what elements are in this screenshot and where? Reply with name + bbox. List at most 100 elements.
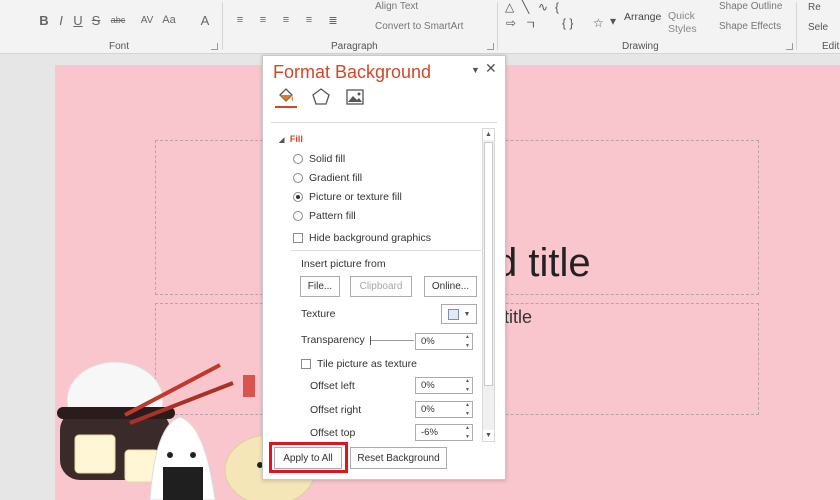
bold-button[interactable]: B	[37, 10, 51, 30]
convert-smartart-button[interactable]: Convert to SmartArt	[375, 21, 463, 32]
tile-picture-label: Tile picture as texture	[317, 358, 417, 370]
file-button[interactable]: File...	[300, 276, 340, 297]
fill-section-label: Fill	[289, 134, 303, 144]
ribbon-separator	[222, 2, 223, 50]
picture-fill-radio[interactable]	[293, 192, 303, 202]
texture-picker[interactable]: ▼	[441, 304, 477, 324]
change-case-button[interactable]: Aa	[160, 10, 178, 30]
picture-fill-option[interactable]: Picture or texture fill	[293, 191, 402, 203]
transparency-label: Transparency	[301, 334, 365, 346]
spinner-arrows-icon[interactable]: ▲ ▼	[463, 425, 472, 440]
slide-title-text[interactable]: d title	[495, 241, 591, 286]
insert-picture-from-label: Insert picture from	[301, 258, 386, 270]
clipboard-button[interactable]: Clipboard	[350, 276, 412, 297]
format-background-pane: Format Background ▼ ✕ ◢ Fill Solid fill	[262, 55, 506, 480]
star-shape-icon[interactable]: ☆	[593, 16, 604, 30]
drawing-dialog-launcher-icon[interactable]	[786, 43, 793, 50]
align-left-icon[interactable]: ≡	[233, 10, 247, 30]
font-group-label: Font	[109, 41, 130, 52]
tile-picture-checkbox[interactable]	[301, 359, 311, 369]
offset-right-spinner[interactable]: 0% ▲ ▼	[415, 401, 473, 418]
tofu-cube	[74, 434, 116, 474]
justify-icon[interactable]: ≡	[302, 10, 316, 30]
offset-right-value: 0%	[421, 404, 435, 415]
onigiri-eye	[167, 452, 173, 458]
pattern-fill-label: Pattern fill	[309, 210, 356, 222]
ribbon-separator	[497, 2, 498, 50]
text-shadow-button[interactable]: abc	[108, 10, 128, 30]
scroll-thumb[interactable]	[484, 142, 493, 386]
columns-icon[interactable]: ≣	[326, 10, 340, 30]
font-color-button[interactable]: A	[198, 10, 212, 30]
pane-divider	[271, 122, 497, 123]
texture-label: Texture	[301, 308, 336, 320]
align-text-button[interactable]: Align Text	[375, 1, 418, 12]
gradient-fill-label: Gradient fill	[309, 172, 363, 184]
close-icon[interactable]: ✕	[485, 60, 497, 77]
reset-background-button[interactable]: Reset Background	[350, 447, 447, 469]
dropdown-arrow-icon: ▼	[463, 310, 471, 318]
offset-right-label: Offset right	[310, 404, 362, 416]
pane-scrollbar[interactable]: ▲ ▼	[482, 128, 495, 442]
hide-background-checkbox[interactable]	[293, 233, 303, 243]
hide-background-option[interactable]: Hide background graphics	[293, 232, 431, 244]
scroll-down-icon[interactable]: ▼	[483, 430, 494, 441]
arrow-shape-icon[interactable]: ⇨	[506, 16, 516, 30]
align-center-icon[interactable]: ≡	[256, 10, 270, 30]
picture-fill-label: Picture or texture fill	[309, 191, 402, 203]
pane-scroll-area: ◢ Fill Solid fill Gradient fill Picture …	[269, 126, 495, 444]
italic-button[interactable]: I	[55, 10, 67, 30]
triangle-shape-icon[interactable]: △	[505, 0, 514, 14]
character-spacing-button[interactable]: AV	[138, 10, 156, 30]
align-right-icon[interactable]: ≡	[279, 10, 293, 30]
ribbon-separator	[796, 2, 797, 50]
shape-outline-button[interactable]: Shape Outline	[719, 1, 782, 12]
fill-section-header[interactable]: ◢ Fill	[279, 134, 303, 144]
gradient-fill-radio[interactable]	[293, 173, 303, 183]
underline-button[interactable]: U	[72, 10, 84, 30]
offset-top-value: -6%	[421, 427, 438, 438]
pattern-fill-radio[interactable]	[293, 211, 303, 221]
onigiri-eye	[190, 452, 196, 458]
arrange-button[interactable]: Arrange	[624, 11, 661, 23]
spinner-arrows-icon[interactable]: ▲ ▼	[463, 402, 472, 417]
paragraph-dialog-launcher-icon[interactable]	[487, 43, 494, 50]
pentagon-icon	[312, 88, 330, 105]
offset-top-spinner[interactable]: -6% ▲ ▼	[415, 424, 473, 441]
quick-styles-line2: Styles	[668, 23, 697, 35]
online-button[interactable]: Online...	[424, 276, 477, 297]
solid-fill-radio[interactable]	[293, 154, 303, 164]
gradient-fill-option[interactable]: Gradient fill	[293, 172, 362, 184]
fill-tab[interactable]	[275, 86, 297, 108]
drawing-group-label: Drawing	[622, 41, 659, 52]
collapse-triangle-icon: ◢	[279, 137, 285, 144]
picture-tab[interactable]	[344, 86, 366, 108]
line-shape-icon[interactable]: ╲	[522, 0, 529, 14]
connector-shape-icon[interactable]: ㄱ	[525, 16, 536, 33]
spinner-arrows-icon[interactable]: ▲ ▼	[463, 378, 472, 393]
transparency-slider[interactable]	[370, 336, 414, 345]
shapes-more-icon[interactable]: ▾	[610, 14, 616, 28]
strikethrough-button[interactable]: S	[90, 10, 102, 30]
font-dialog-launcher-icon[interactable]	[211, 43, 218, 50]
pane-options-icon[interactable]: ▼	[471, 65, 480, 75]
brace-shape-icon[interactable]: { }	[562, 16, 573, 30]
select-button[interactable]: Sele	[808, 22, 828, 33]
effects-tab[interactable]	[310, 86, 332, 108]
pattern-fill-option[interactable]: Pattern fill	[293, 210, 356, 222]
curve-shape-icon[interactable]: ∿	[538, 0, 548, 14]
replace-button[interactable]: Re	[808, 2, 821, 13]
transparency-spinner[interactable]: 0% ▲ ▼	[415, 333, 473, 350]
editing-group-label: Edit	[822, 41, 840, 52]
slide-subtitle-text[interactable]: title	[504, 307, 532, 328]
hide-background-label: Hide background graphics	[309, 232, 431, 244]
scroll-up-icon[interactable]: ▲	[483, 129, 494, 140]
solid-fill-option[interactable]: Solid fill	[293, 153, 345, 165]
brace-shape-icon[interactable]: {	[555, 0, 559, 14]
tile-picture-option[interactable]: Tile picture as texture	[301, 358, 417, 370]
spinner-arrows-icon[interactable]: ▲ ▼	[463, 334, 472, 349]
quick-styles-button[interactable]: Quick Styles	[668, 10, 697, 36]
pane-title: Format Background	[273, 62, 432, 82]
offset-left-spinner[interactable]: 0% ▲ ▼	[415, 377, 473, 394]
shape-effects-button[interactable]: Shape Effects	[719, 21, 781, 32]
